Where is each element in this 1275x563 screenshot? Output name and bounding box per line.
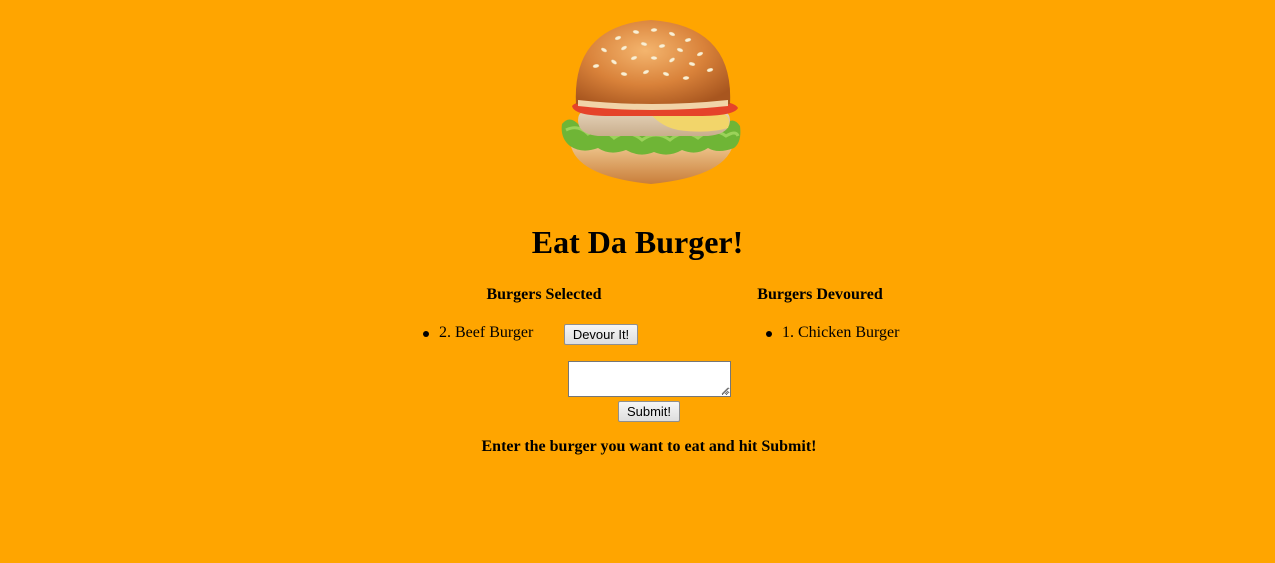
submit-button[interactable]: Submit! (618, 401, 680, 422)
resize-grip-icon[interactable] (721, 387, 729, 395)
selected-burger-name: 2. Beef Burger (439, 324, 534, 341)
burgers-selected-heading: Burgers Selected (486, 286, 602, 303)
page-title: Eat Da Burger! (531, 224, 744, 260)
bullet-icon (766, 331, 772, 337)
devour-button[interactable]: Devour It! (564, 324, 638, 345)
burger-image (558, 16, 744, 188)
burger-name-input[interactable] (568, 361, 731, 397)
devoured-burger-name: 1. Chicken Burger (782, 324, 900, 341)
instructions-text: Enter the burger you want to eat and hit… (481, 438, 817, 455)
burger-icon (561, 20, 741, 184)
bullet-icon (423, 331, 429, 337)
burgers-devoured-heading: Burgers Devoured (757, 286, 883, 303)
